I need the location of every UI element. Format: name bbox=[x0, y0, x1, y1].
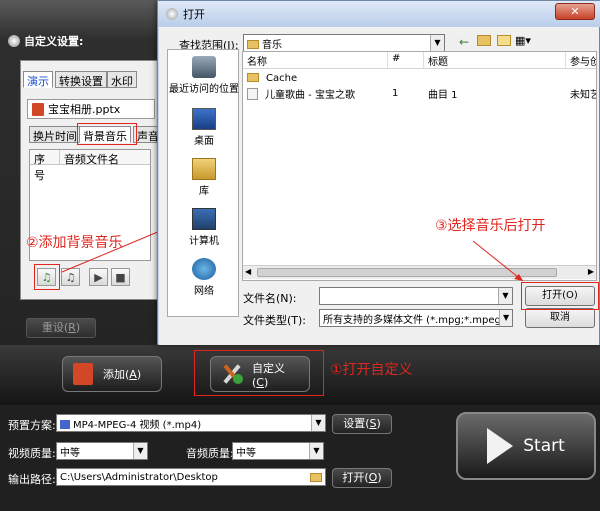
app-title-bar: 自定义设置: bbox=[8, 33, 83, 49]
network-icon bbox=[192, 258, 216, 280]
settings-button[interactable]: 设置(S) bbox=[332, 414, 392, 434]
desktop-icon bbox=[192, 108, 216, 130]
video-format-icon bbox=[60, 419, 70, 429]
file-row-song[interactable]: 儿童歌曲 - 宝宝之歌 1 曲目 1 未知艺 bbox=[243, 86, 596, 101]
file-row-cache[interactable]: Cache bbox=[243, 71, 596, 86]
places-bar: 最近访问的位置 桌面 库 计算机 网络 bbox=[167, 49, 239, 317]
filetype-label: 文件类型(T): bbox=[243, 314, 307, 327]
open-file-dialog: 打开 ✕ 查找范围(I): 音乐 ▼ ← ▦▾ 最近访问的位置 桌面 库 计算机… bbox=[157, 0, 600, 345]
chevron-down-icon: ▼ bbox=[498, 288, 512, 304]
add-file-icon bbox=[73, 363, 93, 385]
pptx-file-icon bbox=[32, 102, 44, 116]
audio-quality-select[interactable]: 中等 ▼ bbox=[232, 442, 324, 460]
dialog-title: 打开 bbox=[183, 8, 205, 21]
up-folder-icon[interactable] bbox=[477, 35, 491, 46]
highlight-add-music bbox=[34, 264, 60, 290]
tab-watermark[interactable]: 水印 bbox=[107, 71, 137, 88]
add-button[interactable]: 添加(A) bbox=[62, 356, 162, 392]
place-library[interactable]: 库 bbox=[168, 158, 240, 197]
folder-icon[interactable] bbox=[310, 472, 322, 482]
file-select[interactable]: 宝宝相册.pptx bbox=[27, 99, 155, 119]
start-arrow-icon bbox=[487, 428, 514, 464]
app-title: 自定义设置: bbox=[24, 35, 84, 48]
recent-places-icon bbox=[192, 56, 216, 78]
reset-button[interactable]: 重设(R) bbox=[26, 318, 96, 338]
open-output-button[interactable]: 打开(O) bbox=[332, 468, 392, 488]
place-computer[interactable]: 计算机 bbox=[168, 208, 240, 247]
chevron-down-icon: ▼ bbox=[430, 35, 444, 51]
file-list-header: 名称 # 标题 参与创 bbox=[243, 52, 596, 69]
chevron-down-icon: ▼ bbox=[311, 415, 325, 431]
col-artist[interactable]: 参与创 bbox=[566, 52, 596, 68]
audio-file-icon bbox=[247, 88, 258, 100]
arrow-step3 bbox=[472, 240, 524, 282]
file-list[interactable]: 名称 # 标题 参与创 Cache 儿童歌曲 - 宝宝之歌 1 曲目 1 未知艺 bbox=[242, 51, 597, 281]
folder-icon bbox=[247, 39, 259, 49]
chevron-down-icon: ▼ bbox=[133, 443, 147, 459]
filename-label: 文件名(N): bbox=[243, 292, 297, 305]
output-path-input[interactable]: C:\Users\Administrator\Desktop bbox=[56, 468, 326, 486]
col-name[interactable]: 名称 bbox=[243, 52, 388, 68]
subtab-slide-time[interactable]: 换片时间 bbox=[29, 126, 81, 143]
annotation-step3: ③选择音乐后打开 bbox=[435, 218, 546, 234]
chevron-down-icon: ▼ bbox=[309, 443, 323, 459]
new-folder-icon[interactable] bbox=[497, 35, 511, 46]
dialog-cancel-button[interactable]: 取消 bbox=[525, 308, 595, 328]
place-recent[interactable]: 最近访问的位置 bbox=[168, 56, 240, 95]
audio-quality-label: 音频质量: bbox=[186, 447, 234, 460]
back-icon[interactable]: ← bbox=[459, 35, 469, 49]
scroll-left-icon[interactable]: ◀ bbox=[245, 267, 251, 276]
output-path-label: 输出路径: bbox=[8, 473, 56, 486]
computer-icon bbox=[192, 208, 216, 230]
library-icon bbox=[192, 158, 216, 180]
col-index: 序号 bbox=[30, 150, 60, 182]
annotation-step1: ①打开自定义 bbox=[330, 362, 413, 378]
dialog-title-bar: 打开 ✕ bbox=[158, 1, 600, 27]
filename-input[interactable]: ▼ bbox=[319, 287, 513, 305]
video-quality-select[interactable]: 中等 ▼ bbox=[56, 442, 148, 460]
audio-list-header: 序号 音频文件名 bbox=[30, 150, 150, 182]
lookin-select[interactable]: 音乐 ▼ bbox=[243, 34, 445, 52]
chevron-down-icon: ▼ bbox=[499, 310, 512, 326]
file-name: 宝宝相册.pptx bbox=[48, 103, 121, 116]
scroll-right-icon[interactable]: ▶ bbox=[588, 267, 594, 276]
highlight-open-button bbox=[521, 282, 599, 310]
tab-demo[interactable]: 演示 bbox=[23, 71, 53, 88]
video-quality-label: 视频质量: bbox=[8, 447, 56, 460]
start-button[interactable]: Start bbox=[456, 412, 596, 480]
app-icon bbox=[8, 35, 20, 47]
tab-convert-settings[interactable]: 转换设置 bbox=[55, 71, 107, 88]
close-icon[interactable]: ✕ bbox=[555, 3, 595, 20]
highlight-background-music-tab bbox=[77, 123, 137, 145]
folder-icon bbox=[247, 73, 259, 82]
highlight-customize bbox=[194, 350, 324, 396]
dialog-app-icon bbox=[166, 8, 178, 20]
col-audio-filename: 音频文件名 bbox=[64, 153, 119, 166]
horizontal-scrollbar[interactable]: ◀ ▶ bbox=[243, 265, 596, 279]
filetype-select[interactable]: 所有支持的多媒体文件 (*.mpg;*.mpeg;*.v ▼ bbox=[319, 309, 513, 327]
place-desktop[interactable]: 桌面 bbox=[168, 108, 240, 147]
dialog-body: 查找范围(I): 音乐 ▼ ← ▦▾ 最近访问的位置 桌面 库 计算机 网络 名… bbox=[159, 27, 599, 345]
preset-select[interactable]: MP4-MPEG-4 视频 (*.mp4) ▼ bbox=[56, 414, 326, 432]
place-network[interactable]: 网络 bbox=[168, 258, 240, 297]
preset-label: 预置方案: bbox=[8, 419, 56, 432]
view-menu-icon[interactable]: ▦▾ bbox=[515, 34, 531, 47]
col-title[interactable]: 标题 bbox=[424, 52, 566, 68]
col-number[interactable]: # bbox=[388, 52, 424, 68]
